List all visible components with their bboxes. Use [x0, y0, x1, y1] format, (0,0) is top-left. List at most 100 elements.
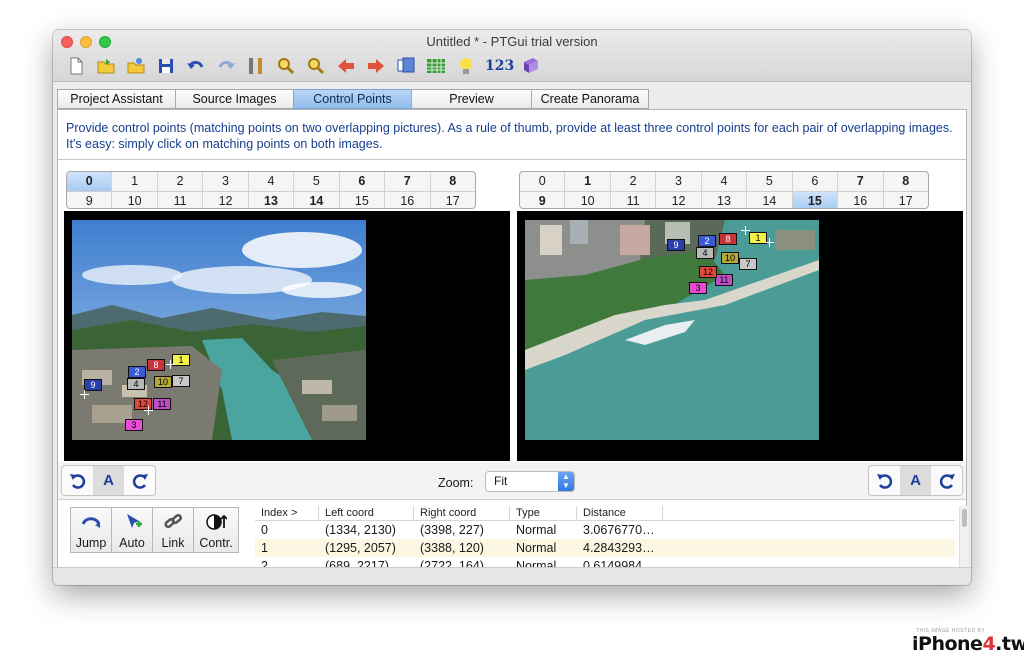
left-image-number-8[interactable]: 8: [431, 172, 475, 191]
right-image-number-17[interactable]: 17: [884, 192, 928, 208]
table-row[interactable]: 1 (1295, 2057) (3388, 120) Normal 4.2843…: [255, 539, 955, 557]
column-type[interactable]: Type: [510, 506, 577, 520]
right-image-number-7[interactable]: 7: [838, 172, 884, 191]
tab-control-points[interactable]: Control Points: [293, 89, 411, 109]
left-image-number-11[interactable]: 11: [158, 192, 204, 208]
left-image-number-15[interactable]: 15: [340, 192, 386, 208]
control-point-8[interactable]: 8: [147, 359, 165, 371]
column-left-coord[interactable]: Left coord: [319, 506, 414, 520]
right-image-number-3[interactable]: 3: [656, 172, 702, 191]
left-image-number-3[interactable]: 3: [203, 172, 249, 191]
rotate-right-icon[interactable]: [124, 466, 155, 495]
control-point-11[interactable]: 11: [153, 398, 171, 410]
right-image-number-16[interactable]: 16: [838, 192, 884, 208]
table-row[interactable]: 0 (1334, 2130) (3398, 227) Normal 3.0676…: [255, 521, 955, 539]
left-image-number-4[interactable]: 4: [249, 172, 295, 191]
right-image-number-11[interactable]: 11: [611, 192, 657, 208]
save-icon[interactable]: [155, 55, 177, 77]
images-icon[interactable]: [395, 55, 417, 77]
control-point-2[interactable]: 2: [698, 235, 716, 247]
right-image-number-6[interactable]: 6: [793, 172, 839, 191]
control-point-12[interactable]: 12: [699, 266, 717, 278]
left-image-number-6[interactable]: 6: [340, 172, 386, 191]
right-image-number-5[interactable]: 5: [747, 172, 793, 191]
right-image-number-8[interactable]: 8: [884, 172, 928, 191]
control-point-3[interactable]: 3: [125, 419, 143, 431]
lightbulb-icon[interactable]: [455, 55, 477, 77]
tools-icon[interactable]: [245, 55, 267, 77]
tab-preview[interactable]: Preview: [411, 89, 531, 109]
right-image-number-9[interactable]: 9: [520, 192, 566, 208]
zoom-out-icon[interactable]: [305, 55, 327, 77]
left-image-number-12[interactable]: 12: [203, 192, 249, 208]
previous-icon[interactable]: [335, 55, 357, 77]
right-image-number-15[interactable]: 15: [792, 192, 839, 208]
next-icon[interactable]: [365, 55, 387, 77]
control-point-11[interactable]: 11: [715, 274, 733, 286]
rotate-left-icon[interactable]: [869, 466, 900, 495]
control-point-4[interactable]: 4: [696, 247, 714, 259]
rotate-right-icon[interactable]: [931, 466, 962, 495]
right-image-number-10[interactable]: 10: [565, 192, 611, 208]
left-image-number-2[interactable]: 2: [158, 172, 204, 191]
open-icon[interactable]: [95, 55, 117, 77]
numbers-icon[interactable]: 123: [485, 58, 514, 74]
left-image-viewer[interactable]: 1 2 3 4 7 8 9 10 11 12: [64, 211, 510, 461]
tab-create-panorama[interactable]: Create Panorama: [531, 89, 649, 109]
left-image-number-14[interactable]: 14: [294, 192, 340, 208]
control-point-10[interactable]: 10: [721, 252, 739, 264]
control-point-8[interactable]: 8: [719, 233, 737, 245]
left-image-number-1[interactable]: 1: [112, 172, 158, 191]
jump-button[interactable]: Jump: [70, 507, 112, 553]
auto-button[interactable]: Auto: [111, 507, 153, 553]
tab-source-images[interactable]: Source Images: [175, 89, 293, 109]
right-photo[interactable]: 1 2 3 4 7 8 9 10 11 12: [525, 220, 819, 440]
right-image-number-4[interactable]: 4: [702, 172, 748, 191]
link-button[interactable]: Link: [152, 507, 194, 553]
left-image-number-17[interactable]: 17: [431, 192, 475, 208]
left-image-number-7[interactable]: 7: [385, 172, 431, 191]
tab-project-assistant[interactable]: Project Assistant: [57, 89, 175, 109]
left-image-selector: 012345678 9 10 11 12 13 14 15 16 17: [66, 171, 476, 209]
right-image-number-1[interactable]: 1: [565, 172, 611, 191]
watermark-logo: iPhone4.tw: [912, 633, 1024, 655]
redo-icon[interactable]: [215, 55, 237, 77]
column-distance[interactable]: Distance: [577, 506, 663, 520]
right-image-number-12[interactable]: 12: [656, 192, 702, 208]
left-image-number-10[interactable]: 10: [112, 192, 158, 208]
control-point-7[interactable]: 7: [739, 258, 757, 270]
right-image-number-14[interactable]: 14: [747, 192, 793, 208]
undo-icon[interactable]: [185, 55, 207, 77]
control-point-10[interactable]: 10: [154, 376, 172, 388]
help-book-icon[interactable]: [520, 55, 542, 77]
auto-orient-button[interactable]: A: [93, 466, 124, 495]
table-scrollbar[interactable]: [959, 506, 968, 568]
table-icon[interactable]: [425, 55, 447, 77]
left-image-number-5[interactable]: 5: [294, 172, 340, 191]
control-point-7[interactable]: 7: [172, 375, 190, 387]
right-image-number-13[interactable]: 13: [702, 192, 748, 208]
contrast-button[interactable]: Contr.: [193, 507, 239, 553]
scrollbar-thumb[interactable]: [962, 509, 967, 527]
right-image-number-0[interactable]: 0: [520, 172, 566, 191]
left-image-number-9[interactable]: 9: [67, 192, 113, 208]
rotate-left-icon[interactable]: [62, 466, 93, 495]
left-image-number-0[interactable]: 0: [67, 172, 113, 191]
control-point-9[interactable]: 9: [667, 239, 685, 251]
right-image-number-2[interactable]: 2: [611, 172, 657, 191]
control-point-4[interactable]: 4: [127, 378, 145, 390]
column-index[interactable]: Index >: [255, 506, 319, 520]
auto-orient-button[interactable]: A: [900, 466, 931, 495]
left-image-number-16[interactable]: 16: [385, 192, 431, 208]
zoom-in-icon[interactable]: [275, 55, 297, 77]
control-point-2[interactable]: 2: [128, 366, 146, 378]
open-recent-icon[interactable]: [125, 55, 147, 77]
zoom-dropdown[interactable]: Fit ▲ ▼: [485, 471, 575, 492]
control-points-table: Index > Left coord Right coord Type Dist…: [255, 506, 955, 570]
new-icon[interactable]: [65, 55, 87, 77]
left-image-number-13[interactable]: 13: [249, 192, 295, 208]
control-point-3[interactable]: 3: [689, 282, 707, 294]
column-right-coord[interactable]: Right coord: [414, 506, 510, 520]
left-photo[interactable]: 1 2 3 4 7 8 9 10 11 12: [72, 220, 366, 440]
right-image-viewer[interactable]: 1 2 3 4 7 8 9 10 11 12: [517, 211, 963, 461]
